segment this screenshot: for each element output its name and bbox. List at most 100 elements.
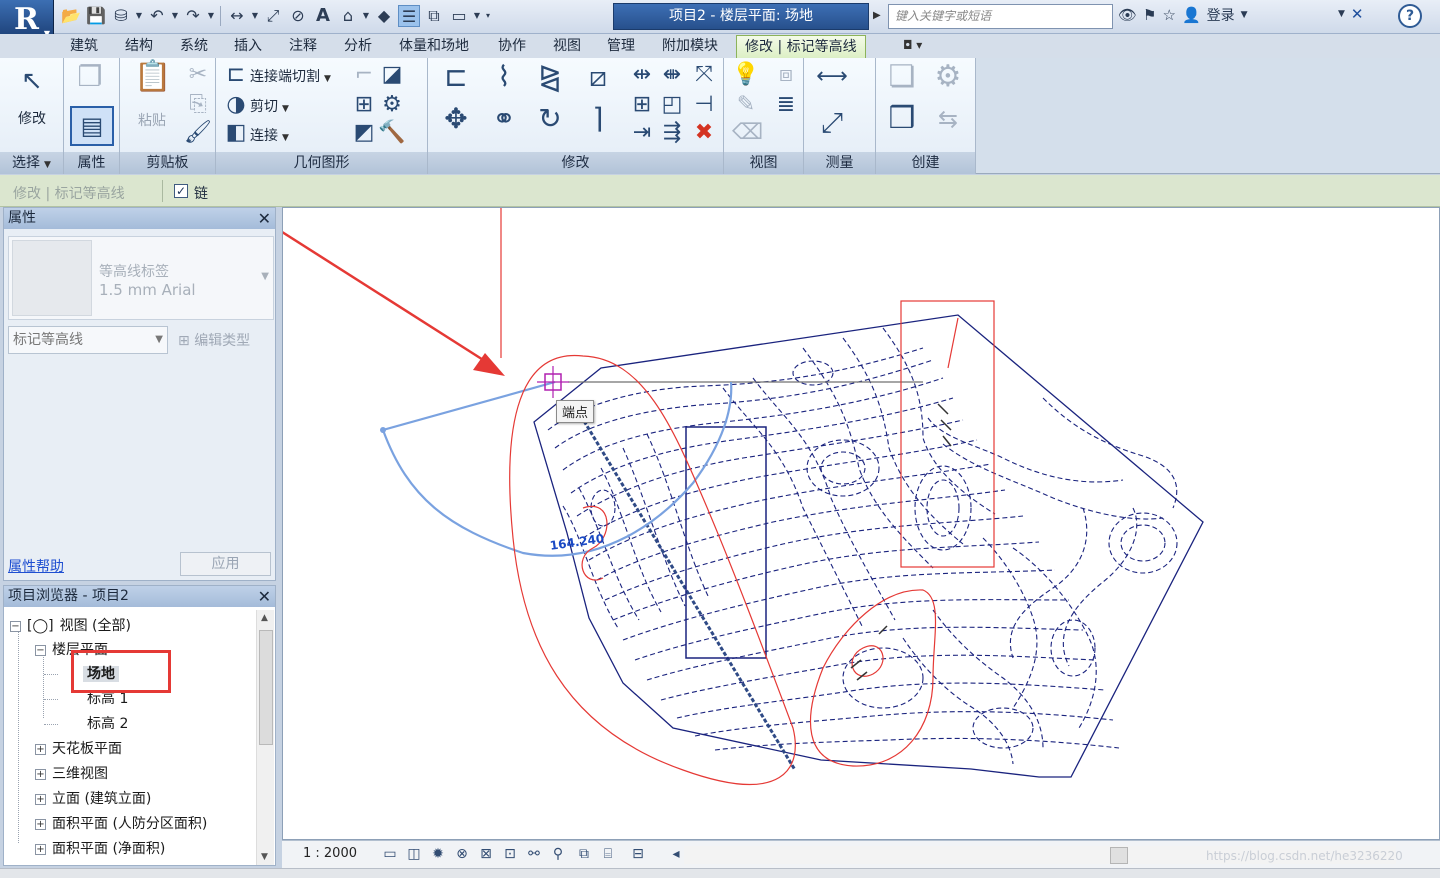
tag-icon[interactable]: ⊘ bbox=[287, 5, 309, 27]
create-parts-icon[interactable]: ⚙ bbox=[930, 62, 966, 100]
measure-icon[interactable]: ↔ bbox=[226, 5, 248, 27]
join-cut-icon[interactable]: ⊏ bbox=[222, 62, 250, 90]
browser-scrollbar[interactable]: ▲ ▼ bbox=[256, 610, 274, 865]
rotate-icon[interactable]: ↻ bbox=[532, 105, 568, 142]
expand-icon[interactable]: + bbox=[35, 768, 46, 780]
eraser-icon[interactable]: ⌫ bbox=[732, 120, 763, 148]
help-button[interactable]: ? bbox=[1398, 4, 1422, 28]
tab-insert[interactable]: 插入 bbox=[226, 35, 270, 58]
chevron-down-icon[interactable]: ▼ bbox=[135, 5, 143, 27]
scroll-up-icon[interactable]: ▲ bbox=[261, 613, 268, 623]
chevron-down-icon[interactable]: ▼ bbox=[251, 5, 259, 27]
chevron-down-icon[interactable]: ▼ bbox=[1241, 10, 1248, 20]
sync-icon[interactable]: ⛁ bbox=[110, 5, 132, 27]
array-icon[interactable]: ⊞ bbox=[628, 92, 656, 120]
unlock-3d-icon[interactable]: ⚯ bbox=[524, 844, 544, 864]
tree-item-views-all[interactable]: − [◯] 视图 (全部) bbox=[10, 614, 131, 638]
tree-item-elevations[interactable]: + 立面 (建筑立面) bbox=[35, 787, 151, 811]
split-face-icon[interactable]: ◪ bbox=[378, 62, 406, 90]
customize-qat-icon[interactable]: ▾ bbox=[484, 5, 492, 27]
aligned-dimension-icon[interactable]: ⤢ bbox=[262, 5, 284, 27]
hammer-icon[interactable]: 🔨 bbox=[378, 120, 406, 148]
tree-item-ceiling-plans[interactable]: + 天花板平面 bbox=[35, 737, 122, 761]
paste-icon[interactable]: 📋 bbox=[134, 62, 171, 100]
switch-windows-icon[interactable]: ▭ bbox=[448, 5, 470, 27]
tab-architecture[interactable]: 建筑 bbox=[62, 35, 106, 58]
match-properties-icon[interactable]: 🖌 bbox=[184, 120, 212, 148]
cut-button[interactable]: 剪切 ▼ bbox=[250, 96, 289, 116]
tab-view[interactable]: 视图 bbox=[545, 35, 589, 58]
beam-join-icon[interactable]: ⊞ bbox=[350, 92, 378, 120]
tree-item-level-2[interactable]: 标高 2 bbox=[87, 712, 128, 736]
create-assembly-icon[interactable]: ❏ bbox=[884, 62, 920, 100]
unpin-icon[interactable]: ⤧ bbox=[690, 62, 718, 90]
copy-element-icon[interactable]: ⚭ bbox=[486, 105, 522, 142]
type-selector[interactable]: 等高线标签 1.5 mm Arial ▼ bbox=[8, 236, 274, 320]
aligned-dim-icon[interactable]: ⤢ bbox=[812, 109, 852, 138]
expand-icon[interactable]: + bbox=[35, 793, 46, 805]
expand-icon[interactable]: + bbox=[35, 818, 46, 830]
tab-annotate[interactable]: 注释 bbox=[281, 35, 325, 58]
login-link[interactable]: 登录 bbox=[1207, 5, 1235, 25]
tab-systems[interactable]: 系统 bbox=[172, 35, 216, 58]
chevron-down-icon[interactable]: ▼ bbox=[207, 5, 215, 27]
undo-icon[interactable]: ↶ bbox=[146, 5, 168, 27]
paste-button[interactable]: 粘贴 bbox=[138, 110, 166, 130]
scroll-left-icon[interactable]: ◂ bbox=[666, 844, 686, 864]
mirror-draw-axis-icon[interactable]: ⧄ bbox=[580, 63, 616, 100]
instance-filter-select[interactable]: 标记等高线 ▼ bbox=[8, 326, 168, 354]
open-folder-icon[interactable]: 📂 bbox=[60, 5, 82, 27]
reveal-hidden-icon[interactable]: ⧉ bbox=[574, 844, 594, 864]
properties-help-link[interactable]: 属性帮助 bbox=[8, 556, 64, 576]
search-input[interactable]: 键入关键字或短语 bbox=[888, 4, 1113, 29]
move-icon[interactable]: ✥ bbox=[438, 105, 474, 142]
show-crop-icon[interactable]: ⊡ bbox=[500, 844, 520, 864]
star-icon[interactable]: ☆ bbox=[1163, 6, 1176, 24]
subscription-icon[interactable]: ⚑ bbox=[1143, 6, 1156, 24]
expand-icon[interactable]: + bbox=[35, 743, 46, 755]
tree-item-3d-views[interactable]: + 三维视图 bbox=[35, 762, 108, 786]
modify-button[interactable]: 修改 bbox=[18, 108, 46, 128]
tab-collaborate[interactable]: 协作 bbox=[490, 35, 534, 58]
edit-type-button[interactable]: ⊞ 编辑类型 bbox=[178, 330, 250, 350]
thin-lines-icon[interactable]: ☰ bbox=[398, 5, 420, 27]
cursor-arrow-icon[interactable]: ↖ bbox=[18, 68, 46, 96]
trim-multiple-icon[interactable]: ⇶ bbox=[658, 120, 686, 148]
user-icon[interactable]: 👤 bbox=[1182, 6, 1201, 24]
tab-analyze[interactable]: 分析 bbox=[336, 35, 380, 58]
detail-level-icon[interactable]: ▭ bbox=[380, 844, 400, 864]
create-group-icon[interactable]: ❒ bbox=[884, 104, 920, 142]
chevron-right-icon[interactable]: ▶ bbox=[873, 10, 881, 21]
section-icon[interactable]: ◆ bbox=[373, 5, 395, 27]
chevron-down-icon[interactable]: ▼ bbox=[261, 271, 269, 282]
wall-joins-icon[interactable]: ⌐ bbox=[350, 62, 378, 90]
join-geometry-icon[interactable]: ◧ bbox=[222, 120, 250, 148]
offset-icon[interactable]: ⌇ bbox=[486, 63, 522, 100]
tab-massing-site[interactable]: 体量和场地 bbox=[391, 35, 477, 58]
delete-icon[interactable]: ✖ bbox=[690, 120, 718, 148]
chevron-down-icon[interactable]: ▼ bbox=[1338, 9, 1345, 19]
scrollbar-thumb[interactable] bbox=[1110, 847, 1128, 864]
split-gap-icon[interactable]: ⇼ bbox=[658, 62, 686, 90]
scroll-down-icon[interactable]: ▼ bbox=[261, 852, 268, 862]
tab-structure[interactable]: 结构 bbox=[117, 35, 161, 58]
linework-icon[interactable]: ✎ bbox=[732, 92, 760, 120]
trim-single-icon[interactable]: ⇥ bbox=[628, 120, 656, 148]
demolish-icon[interactable]: ⚙ bbox=[378, 92, 406, 120]
temporary-hide-icon[interactable]: ⚲ bbox=[548, 844, 568, 864]
highlight-displacement-icon[interactable]: ⊟ bbox=[628, 844, 648, 864]
view-scale[interactable]: 1 : 2000 bbox=[303, 846, 357, 861]
redo-icon[interactable]: ↷ bbox=[182, 5, 204, 27]
chevron-down-icon[interactable]: ▼ bbox=[473, 5, 481, 27]
override-graphics-icon[interactable]: ⧈ bbox=[772, 62, 800, 90]
chain-checkbox[interactable]: ✓ bbox=[174, 184, 188, 198]
exchange-icon[interactable]: ✕ bbox=[1351, 5, 1364, 23]
collapse-icon[interactable]: − bbox=[35, 644, 46, 656]
pin-icon[interactable]: ⊣ bbox=[690, 92, 718, 120]
chevron-down-icon[interactable]: ▼ bbox=[171, 5, 179, 27]
create-similar-icon[interactable]: ⇆ bbox=[930, 106, 966, 142]
cut-geometry-icon[interactable]: ◑ bbox=[222, 92, 250, 120]
cut-scissors-icon[interactable]: ✂ bbox=[184, 62, 212, 90]
binoculars-icon[interactable]: 👁 bbox=[1118, 6, 1137, 24]
tree-item-area-plans-net[interactable]: + 面积平面 (净面积) bbox=[35, 837, 165, 861]
